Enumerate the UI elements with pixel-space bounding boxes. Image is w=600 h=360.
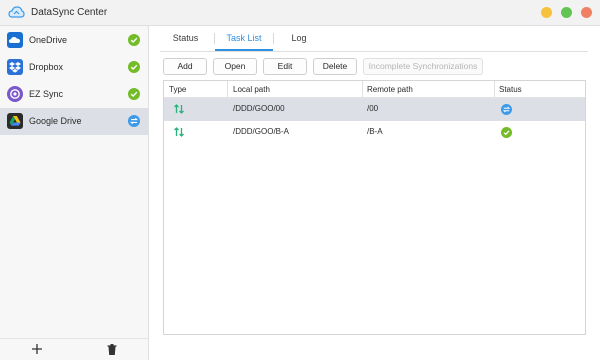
tab-bar: Status Task List Log [149, 26, 600, 51]
maximize-button[interactable] [561, 7, 572, 18]
syncing-icon [128, 115, 140, 127]
sidebar-item-dropbox[interactable]: Dropbox [0, 54, 148, 81]
column-divider [227, 81, 228, 98]
tab-underline [160, 51, 588, 52]
sidebar: OneDrive Dropbox EZ Sync Google Drive [0, 26, 149, 360]
close-button[interactable] [581, 7, 592, 18]
local-path-cell: /DDD/GOO/B-A [233, 127, 290, 136]
edit-button[interactable]: Edit [263, 58, 307, 75]
onedrive-icon [7, 32, 23, 48]
sidebar-item-label: EZ Sync [29, 89, 64, 99]
local-path-cell: /DDD/GOO/00 [233, 104, 285, 113]
window-title: DataSync Center [31, 7, 108, 18]
check-icon [128, 88, 140, 100]
tab-status[interactable]: Status [157, 26, 214, 51]
sidebar-footer [0, 338, 148, 360]
table-row[interactable]: /DDD/GOO/00 /00 [164, 98, 585, 121]
check-icon [128, 61, 140, 73]
remote-path-cell: /B-A [367, 127, 383, 136]
add-icon[interactable] [31, 342, 43, 356]
sidebar-item-label: OneDrive [29, 35, 68, 45]
sidebar-item-ez-sync[interactable]: EZ Sync [0, 81, 148, 108]
task-table: Type Local path Remote path Status /DDD/… [163, 80, 586, 335]
column-header-status[interactable]: Status [499, 81, 522, 98]
add-button[interactable]: Add [163, 58, 207, 75]
sidebar-item-google-drive[interactable]: Google Drive [0, 108, 148, 135]
column-header-type[interactable]: Type [169, 81, 186, 98]
open-button[interactable]: Open [213, 58, 257, 75]
ez-sync-icon [7, 86, 23, 102]
sidebar-item-label: Dropbox [29, 62, 64, 72]
sidebar-item-onedrive[interactable]: OneDrive [0, 27, 148, 54]
tab-task-list[interactable]: Task List [215, 26, 273, 51]
incomplete-sync-button[interactable]: Incomplete Synchronizations [363, 58, 483, 75]
trash-icon[interactable] [106, 343, 118, 356]
column-header-remote-path[interactable]: Remote path [367, 81, 413, 98]
delete-button[interactable]: Delete [313, 58, 357, 75]
remote-path-cell: /00 [367, 104, 379, 113]
syncing-icon [501, 104, 512, 115]
two-way-sync-icon [174, 127, 184, 137]
tab-log[interactable]: Log [274, 26, 324, 51]
column-divider [494, 81, 495, 98]
google-drive-icon [7, 113, 23, 129]
two-way-sync-icon [174, 104, 184, 114]
table-row[interactable]: /DDD/GOO/B-A /B-A [164, 121, 585, 144]
check-icon [128, 34, 140, 46]
dropbox-icon [7, 59, 23, 75]
column-header-local-path[interactable]: Local path [233, 81, 270, 98]
sidebar-item-label: Google Drive [29, 116, 82, 126]
column-divider [362, 81, 363, 98]
check-icon [501, 127, 512, 138]
cloud-sync-icon [8, 6, 25, 18]
title-bar: DataSync Center [0, 0, 600, 26]
minimize-button[interactable] [541, 7, 552, 18]
